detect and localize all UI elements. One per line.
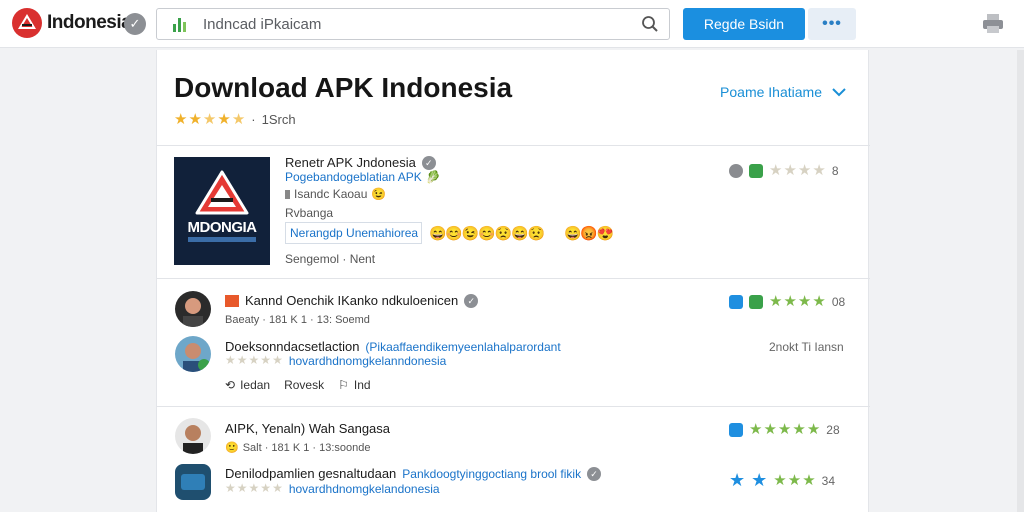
featured-app-category: Rvbanga [285,206,334,220]
sub-row-title[interactable]: Doeksonndacsetlaction (Pikaaffaendikemye… [225,339,561,354]
reply-icon: ⟲ [225,378,236,392]
verified-icon: ✓ [124,13,146,35]
reply-label: Iedan [240,378,271,392]
row-stats-2: ★ ★ ★ ★ ★ 34 [729,470,835,491]
rating-separator: · [251,112,256,127]
row-stat-value: 28 [826,422,840,437]
page-rating: ★ ★ ★ ★ ★ · 1Srch [174,112,296,127]
star-rating-icon: ★ ★ ★ ★ [769,162,826,179]
star-rating-icon: ★ ★ ★ ★ ★ [749,421,821,438]
star-blue-icon: ★ [751,470,768,490]
divider [157,278,870,279]
featured-stat-value: 8 [831,163,839,178]
flag-icon[interactable] [749,294,763,309]
star-rating-icon: ★ ★ ★ [773,472,816,489]
featured-app-name[interactable]: Renetr APK Jndonesia ✓ [285,155,436,170]
featured-app-name-text: Renetr APK Jndonesia [285,155,416,170]
app-icon-stripe [188,237,256,242]
report-action[interactable]: ⚐ Ind [338,378,370,392]
app-avatar[interactable] [175,464,211,500]
reaction-emojis-icon: 😄😊😉😊😟😄😟 [429,225,545,241]
reply-action[interactable]: ⟲ Iedan [225,378,270,392]
star-blue-icon: ★ [729,470,746,490]
row-meta-text: Salt · 181 K 1 · 13:soonde [242,441,371,454]
like-icon[interactable] [729,422,743,437]
sub-row-meta: ★ ★ ★ ★ ★ hovardhdnomgkelandonesia [225,482,440,496]
featured-app-meta-text: Isandc Kaoau [294,187,368,201]
bookmark-icon [285,189,290,199]
row-title[interactable]: Kannd Oenchik IKanko ndkuloenicen ✓ [225,293,479,308]
printer-icon[interactable] [982,12,1004,39]
avatar[interactable] [175,336,211,372]
scrollbar[interactable] [1017,50,1024,512]
share-label: Rovesk [284,378,325,392]
emoji-icon: 🙂 [225,442,239,454]
leaf-emoji-icon: 🥬 [425,170,441,184]
sub-row-title[interactable]: Denilodpamlien gesnaltudaan Pankdoogtyin… [225,466,602,481]
sub-row-title-text: Doeksonndacsetlaction [225,339,360,354]
sub-row-title-text: Denilodpamlien gesnaltudaan [225,466,397,481]
sub-row-link[interactable]: (Pikaaffaendikemyeenlahalparordant [365,340,560,354]
chevron-down-icon [832,84,846,100]
row-actions: ⟲ Iedan Rovesk ⚐ Ind [225,378,371,392]
register-button[interactable]: Regde Bsidn [683,8,805,40]
row-stats: ★ ★ ★ ★ ★ 28 [729,422,840,437]
verified-badge-icon: ✓ [464,293,479,308]
row-side-text: 2nokt Ti Iansn [769,340,844,354]
search-box[interactable] [156,8,670,40]
flag-outline-icon: ⚐ [338,378,349,392]
row-stats: ★ ★ ★ ★ 08 [729,294,845,309]
share-action[interactable]: Rovesk [284,378,324,392]
star-rating-icon: ★ ★ ★ ★ ★ [225,481,283,495]
verified-badge-icon: ✓ [421,155,436,170]
featured-app-link-text: Pogebandogeblatian APK [285,170,422,184]
main-card: Download APK Indonesia ★ ★ ★ ★ ★ · 1Srch Poa… [156,50,870,512]
search-icon[interactable] [641,15,659,38]
sub-row-link[interactable]: Pankdoogtyinggoctiang brool fikik [402,467,581,481]
row-stat-value: 08 [831,294,846,309]
featured-developer: Sengemol · Nent [285,252,376,266]
filter-label: Poame Ihatiame [720,84,822,100]
divider [157,145,870,146]
reaction-emojis-2-icon: 😄😡😍 [564,225,614,241]
app-icon-wordmark: MDONGIA [187,219,258,236]
top-bar: Indonesia ✓ Regde Bsidn ••• [0,0,1024,48]
featured-stats: ★ ★ ★ ★ 8 [729,163,839,178]
report-label: Ind [353,378,371,392]
row-stat-value: 34 [821,473,835,488]
app-icon[interactable]: MDONGIA [174,157,270,265]
verified-badge-icon: ✓ [587,466,602,481]
flag-icon[interactable] [749,163,763,178]
rating-text: 1Srch [261,112,296,127]
filter-dropdown[interactable]: Poame Ihatiame [720,84,846,100]
search-input[interactable] [203,14,623,34]
star-rating-icon: ★ ★ ★ ★ ★ [174,111,246,128]
sub-row-meta: ★ ★ ★ ★ ★ hovardhdnomgkelanndonesia [225,354,446,368]
indonesia-logo-icon[interactable] [12,8,42,38]
share-icon[interactable] [729,163,743,178]
avatar[interactable] [175,291,211,327]
page-title: Download APK Indonesia [174,72,513,103]
sub-row-link-2[interactable]: hovardhdnomgkelandonesia [289,482,440,496]
sub-row-link-2[interactable]: hovardhdnomgkelanndonesia [289,354,446,368]
star-rating-icon: ★ ★ ★ ★ ★ [225,353,283,367]
featured-tag[interactable]: Nerangdp Unemahiorea [285,222,422,244]
signal-bars-icon [173,18,187,32]
brand-name[interactable]: Indonesia [47,12,132,34]
like-icon[interactable] [729,294,743,309]
row-title-text: Kannd Oenchik IKanko ndkuloenicen [245,293,459,308]
avatar[interactable] [175,418,211,454]
row-meta: Baeaty · 181 K 1 · 13: Soemd [225,314,370,326]
featured-app-link[interactable]: Pogebandogeblatian APK 🥬 [285,170,441,184]
flag-emoji-icon [225,294,239,307]
emoji-icon: 😉 [371,187,387,201]
divider [157,406,870,407]
row-title[interactable]: AIPK, Yenaln) Wah Sangasa [225,421,390,436]
star-rating-icon: ★ ★ ★ ★ [769,293,826,310]
row-meta: 🙂 Salt · 181 K 1 · 13:soonde [225,441,371,455]
featured-app-meta: Isandc Kaoau 😉 [285,187,386,201]
more-options-button[interactable]: ••• [808,8,856,40]
